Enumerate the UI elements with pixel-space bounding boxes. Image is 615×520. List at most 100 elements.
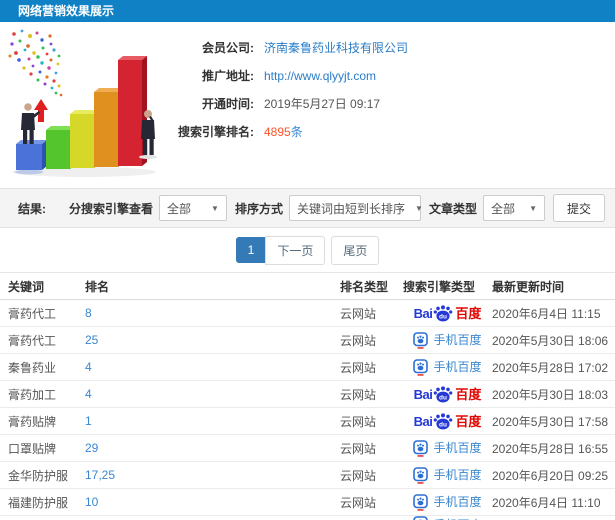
filter-bar: 结果: 分搜索引擎查看 全部 ▼ 排序方式 关键词由短到长排序 ▼ 文章类型 全… [0,188,615,228]
mobile-baidu-icon [413,358,429,376]
rank-link[interactable]: 25 [85,333,340,347]
engine-cell: Bai du 百度 [403,385,492,403]
chevron-down-icon: ▼ [529,203,537,213]
mobile-baidu-badge: 手机百度 [413,358,482,376]
rank-link[interactable]: 4 [85,387,340,401]
result-label: 结果: [18,201,46,216]
open-time-label: 开通时间: [202,97,254,111]
engine-cell: 手机百度 [403,331,492,349]
table-row: 金华防护服 17,25 云网站 手机百度 2020年6月20日 09:25 [0,462,615,489]
engine-cell: 手机百度 [403,439,492,457]
header-engine-type: 搜索引擎类型 [403,279,476,294]
baidu-logo-cn-text: 百度 [455,305,482,321]
baidu-logo: Bai du 百度 [413,385,482,403]
member-info-panel: 会员公司: 济南秦鲁药业科技有限公司 推广地址: http://www.qlyy… [168,22,615,188]
info-row-open-time: 开通时间: 2019年5月27日 09:17 [168,90,615,118]
keyword-cell: 福建防护服 [8,495,69,510]
last-page-button[interactable]: 尾页 [331,235,380,265]
mobile-baidu-icon [413,439,429,457]
mobile-baidu-badge: 手机百度 [413,466,482,484]
rank-link[interactable]: 10 [85,495,340,509]
rank-count-label: 搜索引擎排名: [178,125,254,139]
sort-select[interactable]: 关键词由短到长排序 ▼ [288,195,423,221]
updated-cell: 2020年5月30日 18:03 [492,387,609,402]
baidu-logo-cn-text: 百度 [455,413,482,429]
company-label: 会员公司: [202,41,254,55]
header-keyword: 关键词 [8,279,45,294]
mobile-baidu-label: 手机百度 [433,441,482,455]
updated-cell: 2020年6月20日 09:25 [492,468,609,483]
rank-type-cell: 云网站 [340,495,377,510]
keyword-cell: 膏药加工 [8,387,57,402]
rank-count-suffix: 条 [290,125,303,139]
svg-text:du: du [439,313,447,320]
article-type-select[interactable]: 全部 ▼ [482,195,545,221]
promotion-url-link[interactable]: http://www.qlyyjt.com [264,62,376,90]
mobile-baidu-icon [413,331,429,349]
pagination: 1 下一页 尾页 [0,228,615,272]
open-time-value: 2019年5月27日 09:17 [264,97,381,111]
info-row-company: 会员公司: 济南秦鲁药业科技有限公司 [168,34,615,62]
page-1-button[interactable]: 1 [235,237,267,263]
mobile-baidu-label: 手机百度 [433,495,482,509]
rank-link[interactable]: 29 [85,441,340,455]
info-row-rank-count: 搜索引擎排名: 4895条 [168,118,615,146]
baidu-logo-cn-text: 百度 [455,386,482,402]
mobile-baidu-label: 手机百度 [433,333,482,347]
table-row: 膏药贴牌 1 云网站 Bai du 百度 2020年5月30日 17:58 [0,408,615,435]
up-arrow-icon [34,99,48,122]
top-section: 会员公司: 济南秦鲁药业科技有限公司 推广地址: http://www.qlyy… [0,22,615,188]
updated-cell: 2020年5月28日 17:02 [492,360,609,375]
baidu-logo-bai-text: Bai [413,413,433,429]
table-row: 秦鲁药业 4 云网站 手机百度 2020年5月28日 17:02 [0,354,615,381]
next-page-button[interactable]: 下一页 [265,235,326,265]
updated-cell: 2020年6月4日 11:15 [492,306,601,321]
engine-cell: 手机百度 [403,466,492,484]
rank-link[interactable]: 17,25 [85,468,340,482]
rank-type-cell: 云网站 [340,306,377,321]
engine-cell: 手机百度 [403,493,492,511]
engine-select[interactable]: 全部 ▼ [158,195,227,221]
baidu-logo-bai-text: Bai [413,386,433,402]
company-link[interactable]: 济南秦鲁药业科技有限公司 [264,34,408,62]
page-title: 网络营销效果展示 [18,4,115,18]
rank-type-cell: 云网站 [340,441,377,456]
article-type-select-value: 全部 [490,201,515,216]
growth-chart-illustration [0,22,168,188]
baidu-paw-icon: du [434,412,453,429]
mobile-baidu-badge: 手机百度 [413,331,482,349]
mobile-baidu-icon [413,493,429,511]
chevron-down-icon: ▼ [211,203,219,213]
svg-text:du: du [439,421,447,428]
rank-link[interactable]: 4 [85,360,340,374]
table-row: 膏药加工 4 云网站 Bai du 百度 2020年5月30日 18:03 [0,381,615,408]
chevron-down-icon: ▼ [414,203,423,213]
bar-chart-clipart-icon [8,29,157,177]
rank-link[interactable]: 8 [85,306,340,320]
table-row: 膏药代工 25 云网站 手机百度 2020年5月30日 18:06 [0,327,615,354]
keyword-cell: 金华防护服 [8,468,69,483]
bar-red [118,56,147,166]
table-body: 膏药代工 8 云网站 Bai du 百度 2020年6月4日 11:15 膏药代… [0,300,615,520]
rank-link[interactable]: 1 [85,414,340,428]
results-table: 关键词 排名 排名类型 搜索引擎类型 最新更新时间 膏药代工 8 云网站 Bai… [0,272,615,520]
mobile-baidu-badge: 手机百度 [413,439,482,457]
header-rank-type: 排名类型 [340,279,389,294]
mobile-baidu-badge: 手机百度 [413,516,482,520]
updated-cell: 2020年5月30日 18:06 [492,333,609,348]
keyword-cell: 膏药贴牌 [8,414,57,429]
engine-filter-label: 分搜索引擎查看 [68,201,153,216]
engine-cell: Bai du 百度 [403,304,492,322]
mobile-baidu-label: 手机百度 [433,468,482,482]
header-updated: 最新更新时间 [492,279,565,294]
header-rank: 排名 [85,279,110,294]
keyword-cell: 膏药代工 [8,333,57,348]
submit-button[interactable]: 提交 [552,194,605,222]
table-header-row: 关键词 排名 排名类型 搜索引擎类型 最新更新时间 [0,272,615,300]
table-row: 手机百度 [0,516,615,520]
confetti-dots [8,29,63,97]
rank-type-cell: 云网站 [340,387,377,402]
table-row: 膏药代工 8 云网站 Bai du 百度 2020年6月4日 11:15 [0,300,615,327]
updated-cell: 2020年6月4日 11:10 [492,495,601,510]
keyword-cell: 秦鲁药业 [8,360,57,375]
